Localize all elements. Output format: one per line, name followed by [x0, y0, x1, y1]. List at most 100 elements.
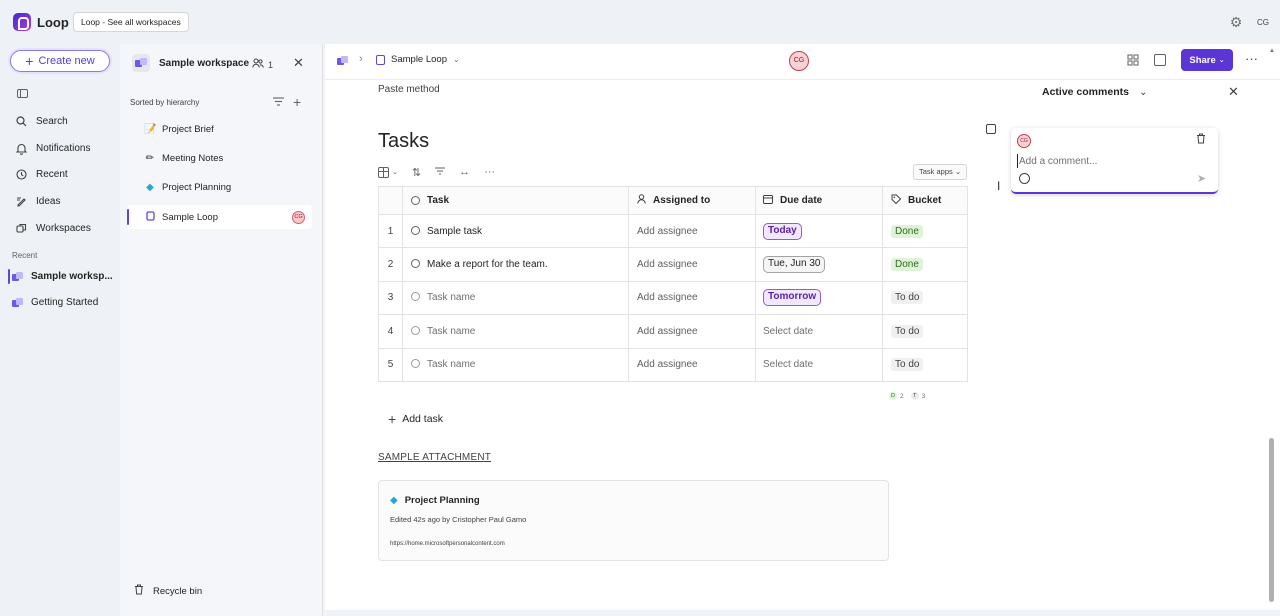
- task-cell[interactable]: Make a report for the team.: [402, 247, 629, 282]
- complete-checkbox[interactable]: [411, 225, 420, 235]
- sort-label: Sorted by hierarchy: [130, 98, 200, 107]
- settings-gear-icon[interactable]: ⚙: [1228, 14, 1244, 30]
- due-date-cell[interactable]: Today: [755, 213, 883, 249]
- task-cell[interactable]: Task name: [402, 347, 629, 382]
- more-options-icon[interactable]: ···: [1245, 51, 1258, 66]
- column-header-assigned[interactable]: Assigned to: [628, 186, 756, 215]
- bucket-cell[interactable]: To do: [882, 280, 968, 316]
- complete-checkbox[interactable]: [411, 292, 420, 302]
- chevron-down-icon: ⌄: [954, 167, 962, 176]
- view-switcher[interactable]: ⌄: [378, 166, 398, 178]
- header-label: Task: [427, 195, 450, 206]
- comment-input[interactable]: [1017, 154, 1177, 168]
- recycle-bin[interactable]: Recycle bin: [134, 584, 202, 598]
- assignee-cell[interactable]: Add assignee: [628, 347, 756, 382]
- task-cell[interactable]: Task name: [402, 280, 629, 316]
- close-comments-icon[interactable]: ✕: [1228, 84, 1239, 100]
- page-item-sample-loop[interactable]: Sample Loop: [144, 211, 218, 224]
- share-label: Share: [1189, 54, 1216, 66]
- sort-icon[interactable]: ⇅: [412, 166, 421, 179]
- clock-icon: [15, 168, 28, 181]
- share-button[interactable]: Share ⌄: [1181, 49, 1233, 71]
- bucket-cell[interactable]: Done: [882, 247, 968, 282]
- due-date-cell[interactable]: Tomorrow: [755, 280, 883, 316]
- loop-page-icon: [144, 211, 156, 224]
- row-number: 1: [378, 213, 403, 249]
- filter-icon[interactable]: [435, 166, 446, 178]
- close-panel-icon[interactable]: ✕: [293, 56, 304, 70]
- nav-notifications-label: Notifications: [36, 143, 91, 154]
- done-letter: D: [889, 392, 897, 400]
- column-header-bucket[interactable]: Bucket: [882, 186, 968, 215]
- more-icon[interactable]: ···: [484, 166, 495, 178]
- scroll-up-arrow-icon[interactable]: ▲: [1269, 48, 1275, 54]
- column-header-due-date[interactable]: Due date: [755, 186, 883, 215]
- bucket-cell[interactable]: Done: [882, 213, 968, 249]
- loop-logo[interactable]: Loop: [13, 13, 69, 31]
- complete-checkbox[interactable]: [411, 259, 420, 269]
- loop-logo-icon: [13, 13, 31, 31]
- send-icon[interactable]: ➤: [1197, 172, 1206, 185]
- due-date-cell[interactable]: Select date: [755, 347, 883, 382]
- pages-icon[interactable]: [1154, 54, 1166, 66]
- attachment-title: Project Planning: [404, 495, 480, 506]
- bucket-cell[interactable]: To do: [882, 314, 968, 349]
- emoji-icon[interactable]: [1019, 173, 1030, 184]
- collapse-pane-icon[interactable]: [17, 89, 28, 98]
- workspace-icon: [12, 297, 24, 308]
- nav-workspaces[interactable]: Workspaces: [15, 222, 91, 235]
- table-view-icon: [378, 166, 389, 178]
- nav-ideas[interactable]: Ideas: [15, 195, 60, 208]
- breadcrumb-workspace-icon[interactable]: [337, 56, 349, 66]
- comment-anchor-icon[interactable]: [986, 124, 996, 134]
- due-date-cell[interactable]: Select date: [755, 314, 883, 349]
- assignee-cell[interactable]: Add assignee: [628, 213, 756, 249]
- due-date-cell[interactable]: Tue, Jun 30: [755, 247, 883, 282]
- add-page-icon[interactable]: +: [293, 94, 301, 110]
- components-icon[interactable]: [1127, 54, 1139, 66]
- bucket-cell[interactable]: To do: [882, 347, 968, 382]
- assignee-cell[interactable]: Add assignee: [628, 247, 756, 282]
- workspace-members[interactable]: 1: [252, 58, 273, 71]
- task-cell[interactable]: Sample task: [402, 213, 629, 249]
- assignee-cell[interactable]: Add assignee: [628, 314, 756, 349]
- bell-icon: [15, 142, 28, 155]
- collaborator-avatar[interactable]: CG: [789, 51, 809, 71]
- recent-item-sample-workspace[interactable]: Sample worksp...: [8, 269, 113, 284]
- workspace-header[interactable]: Sample workspace: [132, 54, 249, 72]
- page-item-project-brief[interactable]: 📝 Project Brief: [144, 124, 214, 135]
- table-toolbar: ⌄ ⇅ ↔ ···: [378, 165, 495, 179]
- presence-avatar: CG: [292, 211, 305, 224]
- column-header-task[interactable]: Task: [402, 186, 629, 215]
- app-name: Loop: [37, 14, 69, 30]
- attachment-card[interactable]: ◆ Project Planning Edited 42s ago by Cri…: [378, 480, 889, 561]
- recent-item-getting-started[interactable]: Getting Started: [12, 297, 98, 308]
- chevron-down-icon: ⌄: [1138, 86, 1148, 98]
- expand-width-icon[interactable]: ↔: [459, 166, 470, 178]
- task-cell[interactable]: Task name: [402, 314, 629, 349]
- user-avatar[interactable]: CG: [1254, 14, 1272, 32]
- breadcrumb-page[interactable]: Sample Loop ⌄: [376, 54, 460, 65]
- create-new-button[interactable]: + Create new: [10, 50, 110, 72]
- nav-notifications[interactable]: Notifications: [15, 142, 90, 155]
- assignee-cell[interactable]: Add assignee: [628, 280, 756, 316]
- tasks-table: Task Assigned to Due date Bucket 1 Sampl…: [378, 186, 968, 382]
- paste-method-text: Paste method: [378, 84, 440, 95]
- nav-recent[interactable]: Recent: [15, 168, 68, 181]
- complete-checkbox[interactable]: [411, 325, 420, 335]
- nav-search[interactable]: Search: [15, 115, 68, 128]
- complete-checkbox[interactable]: [411, 359, 420, 369]
- add-task-button[interactable]: + Add task: [388, 412, 443, 426]
- filter-icon[interactable]: [273, 97, 284, 109]
- task-apps-dropdown[interactable]: Task apps ⌄: [913, 164, 968, 180]
- delete-comment-icon[interactable]: [1196, 133, 1206, 147]
- active-comments-dropdown[interactable]: Active comments ⌄: [1042, 86, 1147, 98]
- attachment-url[interactable]: https://home.microsoftpersonalcontent.co…: [390, 541, 505, 547]
- page-item-meeting-notes[interactable]: ✏ Meeting Notes: [144, 153, 223, 164]
- scrollbar-thumb[interactable]: [1269, 438, 1274, 602]
- page-item-project-planning[interactable]: ◆ Project Planning: [144, 182, 231, 193]
- task-title: Task name: [427, 359, 476, 371]
- comment-box: CG ➤: [1011, 128, 1218, 194]
- table-row: 3 Task name Add assignee Tomorrow To do: [378, 280, 968, 316]
- table-header-row: Task Assigned to Due date Bucket: [378, 186, 968, 215]
